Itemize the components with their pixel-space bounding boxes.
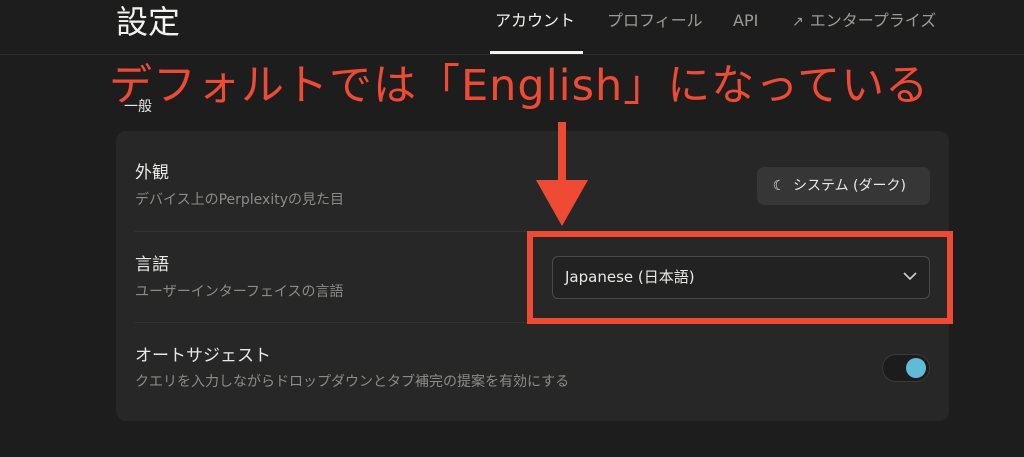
moon-icon: ☾ [772, 178, 786, 194]
annotation-highlight-box [527, 231, 953, 324]
autosuggest-description: クエリを入力しながらドロップダウンとタブ補完の提案を有効にする [135, 374, 570, 390]
settings-tabs: アカウント プロフィール API ↗ エンタープライズ [0, 0, 1024, 54]
theme-button[interactable]: ☾ システム (ダーク) [757, 167, 930, 205]
appearance-title: 外観 [135, 163, 169, 183]
theme-button-label: システム (ダーク) [793, 178, 906, 194]
tab-enterprise-label: エンタープライズ [809, 11, 937, 30]
annotation-arrow-icon [536, 122, 588, 226]
annotation-text: デフォルトでは「English」になっている [109, 61, 930, 111]
autosuggest-title: オートサジェスト [135, 346, 271, 366]
header-divider [0, 54, 1024, 55]
tab-api[interactable]: API [733, 11, 758, 31]
tab-enterprise[interactable]: ↗ エンタープライズ [792, 11, 936, 32]
autosuggest-toggle[interactable] [882, 354, 930, 382]
language-description: ユーザーインターフェイスの言語 [135, 284, 344, 300]
toggle-knob [906, 358, 926, 378]
external-arrow-icon: ↗ [792, 14, 804, 30]
tab-account[interactable]: アカウント [495, 11, 575, 31]
appearance-description: デバイス上のPerplexityの見た目 [135, 192, 344, 208]
tab-profile[interactable]: プロフィール [607, 11, 703, 31]
language-title: 言語 [135, 255, 169, 275]
